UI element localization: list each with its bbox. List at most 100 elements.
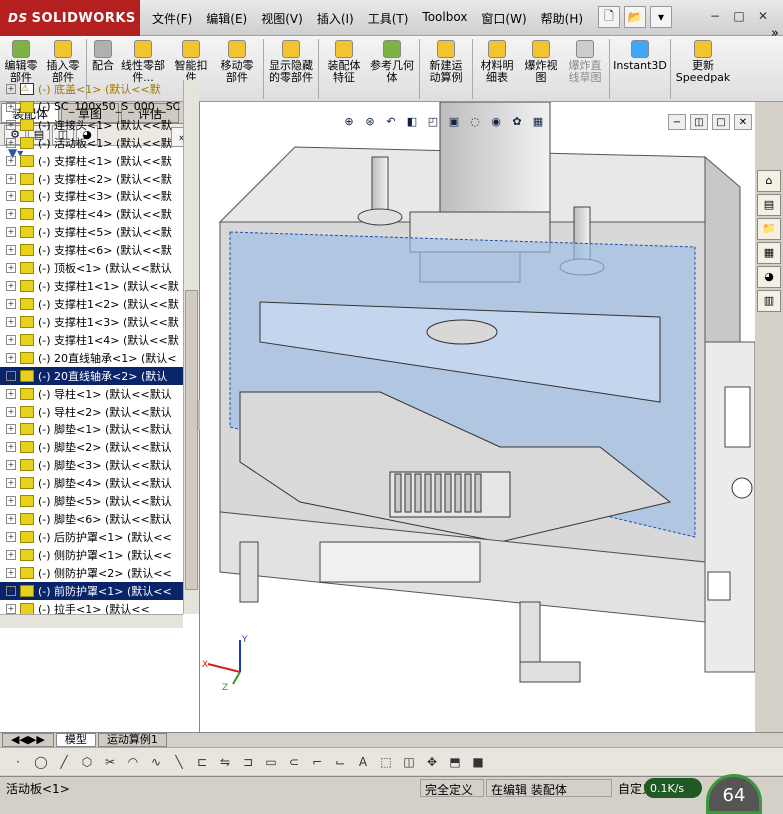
tree-row[interactable]: + (-) SC_100x50_S_000__SC xyxy=(0,98,183,116)
polygon-icon[interactable]: ⬡ xyxy=(77,752,97,772)
tree-row[interactable]: + (-) 脚垫<6> (默认<<默认 xyxy=(0,510,183,528)
trim-icon[interactable]: ✂ xyxy=(100,752,120,772)
expand-icon[interactable]: + xyxy=(6,406,16,417)
move-entities-icon[interactable]: ✥ xyxy=(422,752,442,772)
centerline-icon[interactable]: ╲ xyxy=(169,752,189,772)
tree-row[interactable]: + (-) 导柱<2> (默认<<默认 xyxy=(0,403,183,421)
tree-row[interactable]: + (-) 支撑柱<6> (默认<<默 xyxy=(0,241,183,259)
file-explorer-icon[interactable]: 📁 xyxy=(757,218,781,240)
chamfer-icon[interactable]: ⌙ xyxy=(330,752,350,772)
maximize-button[interactable]: □ xyxy=(731,8,747,24)
circle-icon[interactable]: ◯ xyxy=(31,752,51,772)
tree-row[interactable]: + (-) 支撑柱<1> (默认<<默 xyxy=(0,152,183,170)
3d-sketch-icon[interactable]: ⬚ xyxy=(376,752,396,772)
view-minimize-button[interactable]: − xyxy=(668,114,686,130)
expand-icon[interactable]: + xyxy=(6,281,16,292)
expand-icon[interactable]: + xyxy=(6,119,16,130)
tree-row[interactable]: + (-) 支撑柱<3> (默认<<默 xyxy=(0,188,183,206)
design-library-icon[interactable]: ▤ xyxy=(757,194,781,216)
minimize-button[interactable]: − xyxy=(707,8,723,24)
expand-icon[interactable]: + xyxy=(6,567,16,578)
open-icon[interactable]: 📂 xyxy=(624,6,646,28)
point-icon[interactable]: · xyxy=(8,752,28,772)
apply-scene-icon[interactable]: ✿ xyxy=(508,112,526,130)
tree-row[interactable]: + (-) 20直线轴承<2> (默认 xyxy=(0,366,183,385)
expand-icon[interactable]: + xyxy=(6,532,16,542)
previous-view-icon[interactable]: ↶ xyxy=(382,112,400,130)
hide-show-icon[interactable]: ◌ xyxy=(466,112,484,130)
expand-icon[interactable]: + xyxy=(6,334,16,345)
view-close-button[interactable]: ✕ xyxy=(734,114,752,130)
tree-row[interactable]: + (-) 拉手<1> (默认<< xyxy=(0,600,183,614)
section-view-icon[interactable]: ◧ xyxy=(403,112,421,130)
arc-icon[interactable]: ◠ xyxy=(123,752,143,772)
expand-icon[interactable]: + xyxy=(6,245,16,256)
menu-insert[interactable]: 插入(I) xyxy=(317,10,354,27)
expand-icon[interactable]: + xyxy=(6,316,16,327)
view-maximize-button[interactable]: □ xyxy=(712,114,730,130)
expand-icon[interactable]: + xyxy=(6,227,16,238)
display-style-icon[interactable]: ▣ xyxy=(445,112,463,130)
rectangle-icon[interactable]: ▭ xyxy=(261,752,281,772)
view-palette-icon[interactable]: ▦ xyxy=(757,242,781,264)
tree-row[interactable]: + (-) 脚垫<4> (默认<<默认 xyxy=(0,474,183,492)
cmd-reference-geometry-button[interactable]: 参考几何体 xyxy=(367,36,417,100)
tree-row[interactable]: + (-) 支撑柱<5> (默认<<默 xyxy=(0,223,183,241)
cmd-instant3d-button[interactable]: Instant3D xyxy=(612,36,668,100)
text-icon[interactable]: A xyxy=(353,752,373,772)
tree-row[interactable]: + (-) 脚垫<5> (默认<<默认 xyxy=(0,492,183,510)
tree-row[interactable]: + ⚠ (-) 底盖<1> (默认<<默 xyxy=(0,80,183,98)
chevron-right-icon[interactable]: » xyxy=(771,26,779,41)
tree-row[interactable]: + (-) 支撑柱<2> (默认<<默 xyxy=(0,170,183,188)
graphics-area[interactable]: Y X Z xyxy=(200,102,755,732)
cmd-assembly-feature-button[interactable]: 装配体特征 xyxy=(321,36,367,100)
tree-row[interactable]: + (-) 前防护罩<1> (默认<< xyxy=(0,581,183,600)
expand-icon[interactable]: + xyxy=(6,263,16,274)
tab-model[interactable]: 模型 xyxy=(55,733,96,747)
expand-icon[interactable]: + xyxy=(6,460,16,471)
tree-row[interactable]: + (-) 支撑柱1<3> (默认<<默 xyxy=(0,313,183,331)
fillet-icon[interactable]: ⌐ xyxy=(307,752,327,772)
tab-motion-study[interactable]: 运动算例1 xyxy=(97,733,167,747)
view-settings-icon[interactable]: ▦ xyxy=(529,112,547,130)
box-icon[interactable]: ⬒ xyxy=(445,752,465,772)
home-icon[interactable]: ⌂ xyxy=(757,170,781,192)
slot-icon[interactable]: ⊂ xyxy=(284,752,304,772)
menu-window[interactable]: 窗口(W) xyxy=(481,10,526,27)
expand-icon[interactable]: + xyxy=(6,137,16,148)
expand-icon[interactable]: + xyxy=(6,370,16,381)
expand-icon[interactable]: + xyxy=(6,603,16,614)
custom-properties-icon[interactable]: ▥ xyxy=(757,290,781,312)
tree-row[interactable]: + (-) 20直线轴承<1> (默认< xyxy=(0,349,183,367)
zoom-area-icon[interactable]: ⊛ xyxy=(361,112,379,130)
cmd-new-motion-study-button[interactable]: 新建运动算例 xyxy=(422,36,470,100)
expand-icon[interactable]: + xyxy=(6,585,16,596)
tree-row[interactable]: + (-) 支撑柱1<2> (默认<<默 xyxy=(0,295,183,313)
tree-row[interactable]: + (-) 活动板<1> (默认<<默 xyxy=(0,134,183,152)
tree-row[interactable]: + (-) 脚垫<1> (默认<<默认 xyxy=(0,421,183,439)
spline-icon[interactable]: ∿ xyxy=(146,752,166,772)
tree-row[interactable]: + (-) 支撑柱1<4> (默认<<默 xyxy=(0,331,183,349)
cube-icon[interactable]: ◫ xyxy=(399,752,419,772)
tree-row[interactable]: + (-) 导柱<1> (默认<<默认 xyxy=(0,385,183,403)
tree-row[interactable]: + (-) 脚垫<3> (默认<<默认 xyxy=(0,456,183,474)
close-button[interactable]: ✕ xyxy=(755,8,771,24)
expand-icon[interactable]: + xyxy=(6,496,16,507)
expand-icon[interactable]: + xyxy=(6,424,16,435)
new-file-icon[interactable]: 🗋 xyxy=(598,6,620,28)
offset-icon[interactable]: ⊏ xyxy=(192,752,212,772)
expand-icon[interactable]: + xyxy=(6,514,16,525)
cmd-show-hidden-button[interactable]: 显示隐藏的零部件 xyxy=(266,36,316,100)
view-restore-button[interactable]: ◫ xyxy=(690,114,708,130)
dropdown-icon[interactable]: ▾ xyxy=(650,6,672,28)
expand-icon[interactable]: + xyxy=(6,299,16,310)
edit-appearance-icon[interactable]: ◉ xyxy=(487,112,505,130)
solidworks-logo[interactable]: DS SOLIDWORKS xyxy=(0,0,140,36)
cmd-speedpak-button[interactable]: 更新Speedpak xyxy=(673,36,733,100)
tree-row[interactable]: + (-) 连接头<1> (默认<<默 xyxy=(0,116,183,134)
expand-icon[interactable]: + xyxy=(6,352,16,363)
zoom-to-fit-icon[interactable]: ⊕ xyxy=(340,112,358,130)
menu-help[interactable]: 帮助(H) xyxy=(541,10,583,27)
tree-row[interactable]: + (-) 支撑柱1<1> (默认<<默 xyxy=(0,277,183,295)
tree-row[interactable]: + (-) 顶板<1> (默认<<默认 xyxy=(0,259,183,277)
